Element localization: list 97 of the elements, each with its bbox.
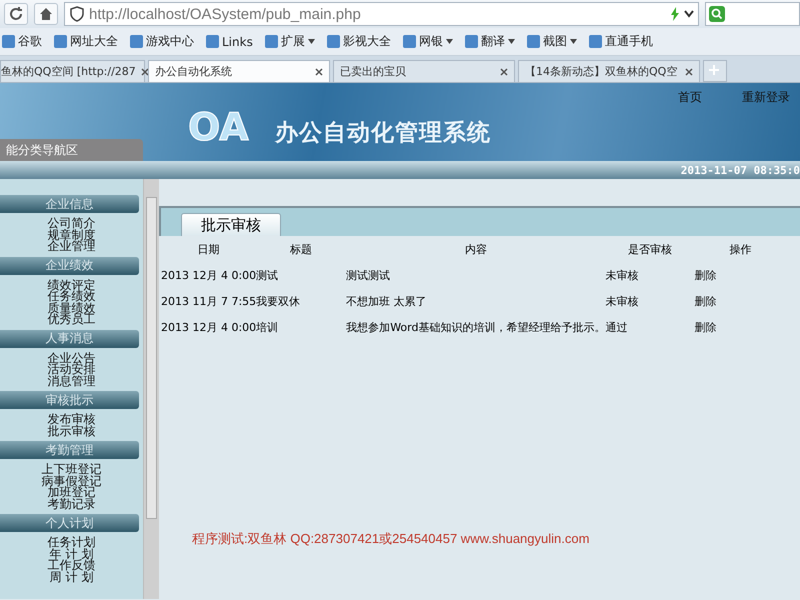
table-cell: 我要双休 bbox=[256, 288, 346, 314]
menu-item[interactable]: 年 计 划 bbox=[50, 548, 94, 560]
delete-link[interactable]: 删除 bbox=[694, 294, 716, 308]
menu-item[interactable]: 考勤记录 bbox=[48, 498, 96, 510]
section-header[interactable]: 审核批示 bbox=[0, 391, 139, 409]
close-icon[interactable] bbox=[315, 68, 323, 76]
menu-item[interactable]: 发布审核 bbox=[48, 414, 96, 426]
menu-item[interactable]: 加班登记 bbox=[48, 487, 96, 498]
table-cell: 未审核 bbox=[605, 288, 694, 314]
bookmark-link[interactable]: 翻译 bbox=[480, 33, 505, 50]
refresh-icon[interactable] bbox=[4, 3, 28, 25]
bookmark-icon bbox=[402, 35, 416, 48]
caret-icon[interactable] bbox=[446, 39, 453, 44]
table-cell-text: 2013 12月 4 0:00 bbox=[161, 268, 256, 284]
section-header[interactable]: 人事消息 bbox=[0, 330, 139, 348]
bookmark-icon bbox=[326, 35, 340, 48]
address-bar[interactable]: http://localhost/OASystem/pub_main.php bbox=[64, 2, 699, 26]
bookmark-icon bbox=[588, 35, 602, 48]
tab-title: 鱼林的QQ空间 [http://287 bbox=[1, 64, 136, 79]
browser-tab[interactable]: 鱼林的QQ空间 [http://287 bbox=[0, 60, 145, 82]
caret-icon[interactable] bbox=[308, 39, 315, 44]
close-icon[interactable] bbox=[500, 68, 508, 76]
home-icon[interactable] bbox=[34, 3, 58, 25]
menu-item[interactable]: 公司简介 bbox=[48, 218, 96, 230]
bookmark-link[interactable]: 扩展 bbox=[280, 33, 305, 50]
table-cell: 未审核 bbox=[605, 262, 694, 288]
bookmark-icon bbox=[526, 35, 540, 48]
delete-link[interactable]: 删除 bbox=[694, 268, 716, 282]
bookmark-link[interactable]: 游戏中心 bbox=[146, 33, 194, 50]
bookmark-link[interactable]: 影视大全 bbox=[342, 33, 391, 50]
bookmark-icon bbox=[54, 35, 67, 48]
table-cell-text: 2013 11月 7 7:55 bbox=[161, 294, 256, 310]
table-cell: 测试 bbox=[256, 262, 346, 288]
menu-item[interactable]: 规章制度 bbox=[48, 230, 96, 241]
logo: OA bbox=[188, 105, 249, 149]
table-cell: 测试测试 bbox=[346, 262, 606, 288]
column-header: 内容 bbox=[464, 242, 488, 258]
nav-link[interactable]: 首页 bbox=[678, 89, 702, 106]
lightning-icon bbox=[670, 7, 680, 21]
table-cell-text: 我想参加Word基础知识的培训，希望经理给予批示。 bbox=[346, 320, 606, 336]
datetime: 2013-11-07 08:35:0 bbox=[680, 164, 800, 176]
bookmark-icon bbox=[130, 35, 143, 48]
close-icon[interactable] bbox=[140, 68, 149, 76]
table-cell: 不想加班 太累了 bbox=[346, 288, 606, 314]
scrollbar[interactable] bbox=[143, 179, 159, 599]
column-header: 是否审核 bbox=[626, 242, 673, 258]
delete-link[interactable]: 删除 bbox=[694, 320, 716, 334]
column-header: 标题 bbox=[289, 242, 314, 258]
menu-item[interactable]: 企业公告 bbox=[48, 352, 96, 364]
section-header[interactable]: 企业信息 bbox=[0, 195, 139, 213]
column-header: 操作 bbox=[728, 242, 752, 258]
shield-icon bbox=[69, 6, 85, 22]
search-field[interactable] bbox=[705, 2, 800, 26]
tab-title: 办公自动化系统 bbox=[155, 64, 233, 79]
bookmark-icon bbox=[264, 35, 278, 48]
menu-item[interactable]: 优秀员工 bbox=[48, 314, 96, 326]
search-icon bbox=[709, 6, 725, 22]
tab-title: 【14条新动态】双鱼林的QQ空 bbox=[525, 64, 678, 79]
menu-item[interactable]: 上下班登记 bbox=[42, 464, 102, 476]
bookmark-link[interactable]: Links bbox=[222, 34, 253, 48]
menu-item[interactable]: 任务绩效 bbox=[48, 291, 96, 302]
caret-icon[interactable] bbox=[508, 39, 515, 44]
table-cell: 通过 bbox=[605, 314, 694, 340]
footer-note: 程序测试:双鱼林 QQ:287307421或254540457 www.shuangyulin.com bbox=[192, 530, 590, 548]
bookmark-link[interactable]: 截图 bbox=[542, 33, 567, 50]
menu-item[interactable]: 质量绩效 bbox=[48, 302, 96, 314]
menu-item[interactable]: 企业管理 bbox=[48, 241, 96, 252]
bookmark-icon bbox=[206, 35, 219, 48]
system-title: 办公自动化管理系统 bbox=[275, 119, 491, 148]
bookmark-link[interactable]: 网址大全 bbox=[70, 33, 118, 50]
bookmark-link[interactable]: 直通手机 bbox=[604, 33, 653, 50]
menu-item[interactable]: 周 计 划 bbox=[50, 572, 94, 583]
bookmark-link[interactable]: 谷歌 bbox=[18, 33, 42, 50]
bookmark-link[interactable]: 网银 bbox=[418, 33, 443, 50]
menu-item[interactable]: 绩效评定 bbox=[48, 280, 96, 291]
menu-item[interactable]: 消息管理 bbox=[48, 376, 96, 387]
menu-item[interactable]: 批示审核 bbox=[48, 426, 96, 437]
menu-item[interactable]: 病事假登记 bbox=[42, 476, 102, 487]
panel-tab[interactable]: 批示审核 bbox=[181, 213, 281, 236]
menu-item[interactable]: 任务计划 bbox=[48, 537, 96, 548]
nav-link[interactable]: 重新登录 bbox=[742, 89, 790, 106]
sidebar-title: 能分类导航区 bbox=[0, 139, 143, 161]
section-header[interactable]: 个人计划 bbox=[0, 514, 139, 532]
dropdown-icon[interactable] bbox=[684, 10, 694, 18]
browser-tab[interactable]: 办公自动化系统 bbox=[148, 60, 330, 82]
caret-icon[interactable] bbox=[570, 39, 577, 44]
tab-title: 已卖出的宝贝 bbox=[340, 64, 407, 79]
table-cell-text: 2013 12月 4 0:00 bbox=[161, 320, 256, 336]
menu-item[interactable]: 工作反馈 bbox=[48, 560, 96, 572]
browser-tab[interactable]: 【14条新动态】双鱼林的QQ空 bbox=[518, 60, 700, 82]
browser-tab[interactable]: 已卖出的宝贝 bbox=[333, 60, 515, 82]
bookmark-icon bbox=[2, 35, 15, 48]
menu-item[interactable]: 活动安排 bbox=[48, 364, 96, 376]
close-icon[interactable] bbox=[685, 68, 693, 76]
bookmark-icon bbox=[464, 35, 478, 48]
table-cell: 培训 bbox=[256, 314, 346, 340]
column-header: 日期 bbox=[196, 242, 221, 258]
